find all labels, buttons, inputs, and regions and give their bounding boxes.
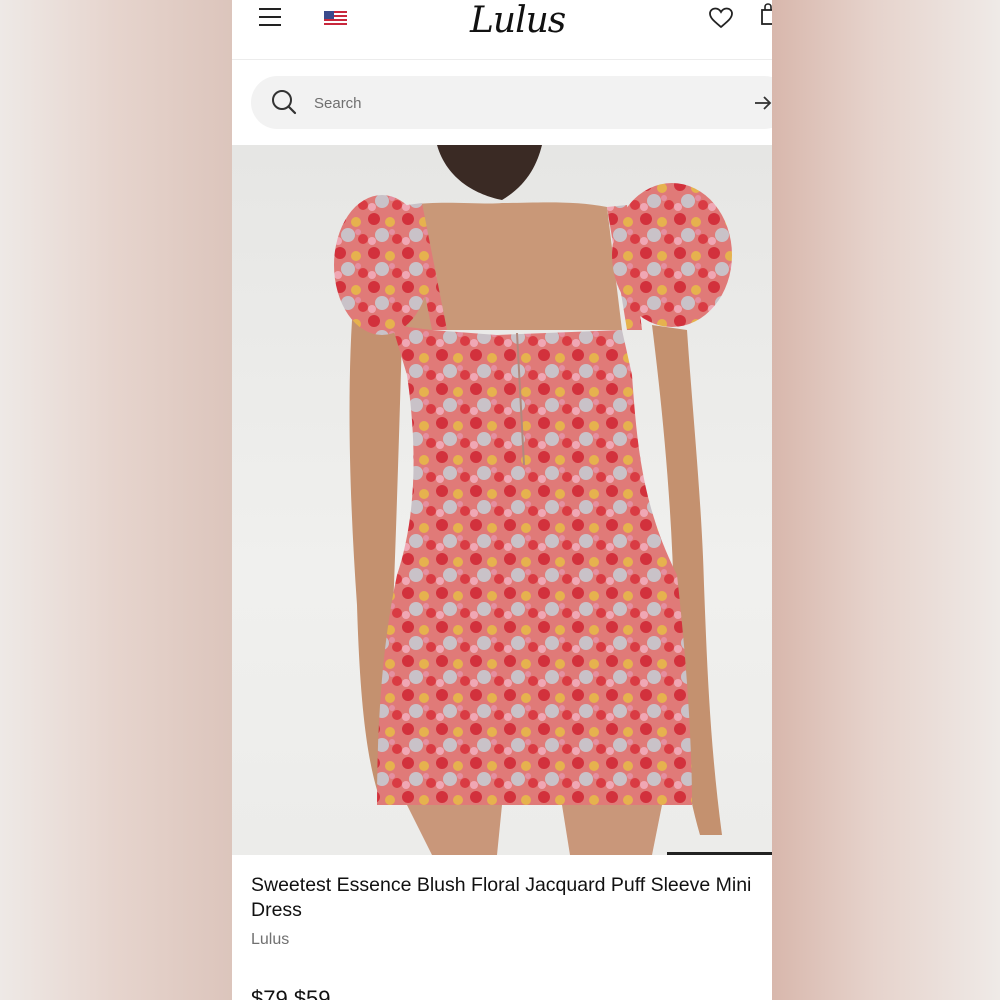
us-flag-icon[interactable] — [324, 11, 347, 27]
heart-icon[interactable] — [708, 6, 734, 30]
product-title[interactable]: Sweetest Essence Blush Floral Jacquard P… — [251, 873, 761, 923]
search-input[interactable] — [314, 92, 694, 114]
product-price: $79 $59 — [251, 986, 331, 1000]
blurred-background-left — [0, 0, 232, 1000]
site-header: Lulus — [232, 0, 772, 60]
image-carousel-indicator — [667, 852, 772, 855]
hamburger-menu-icon[interactable] — [259, 8, 283, 28]
search-bar[interactable] — [251, 76, 772, 129]
shopping-bag-icon[interactable] — [760, 2, 772, 26]
product-image[interactable] — [232, 145, 772, 855]
mobile-screen: Lulus Search Sweetest Essence Blush Flor… — [232, 0, 772, 1000]
search-icon[interactable] — [271, 89, 297, 115]
arrow-right-icon[interactable] — [753, 93, 772, 113]
lulus-logo[interactable]: Lulus — [470, 0, 566, 42]
blurred-background-right — [772, 0, 1000, 1000]
product-brand[interactable]: Lulus — [251, 931, 289, 949]
